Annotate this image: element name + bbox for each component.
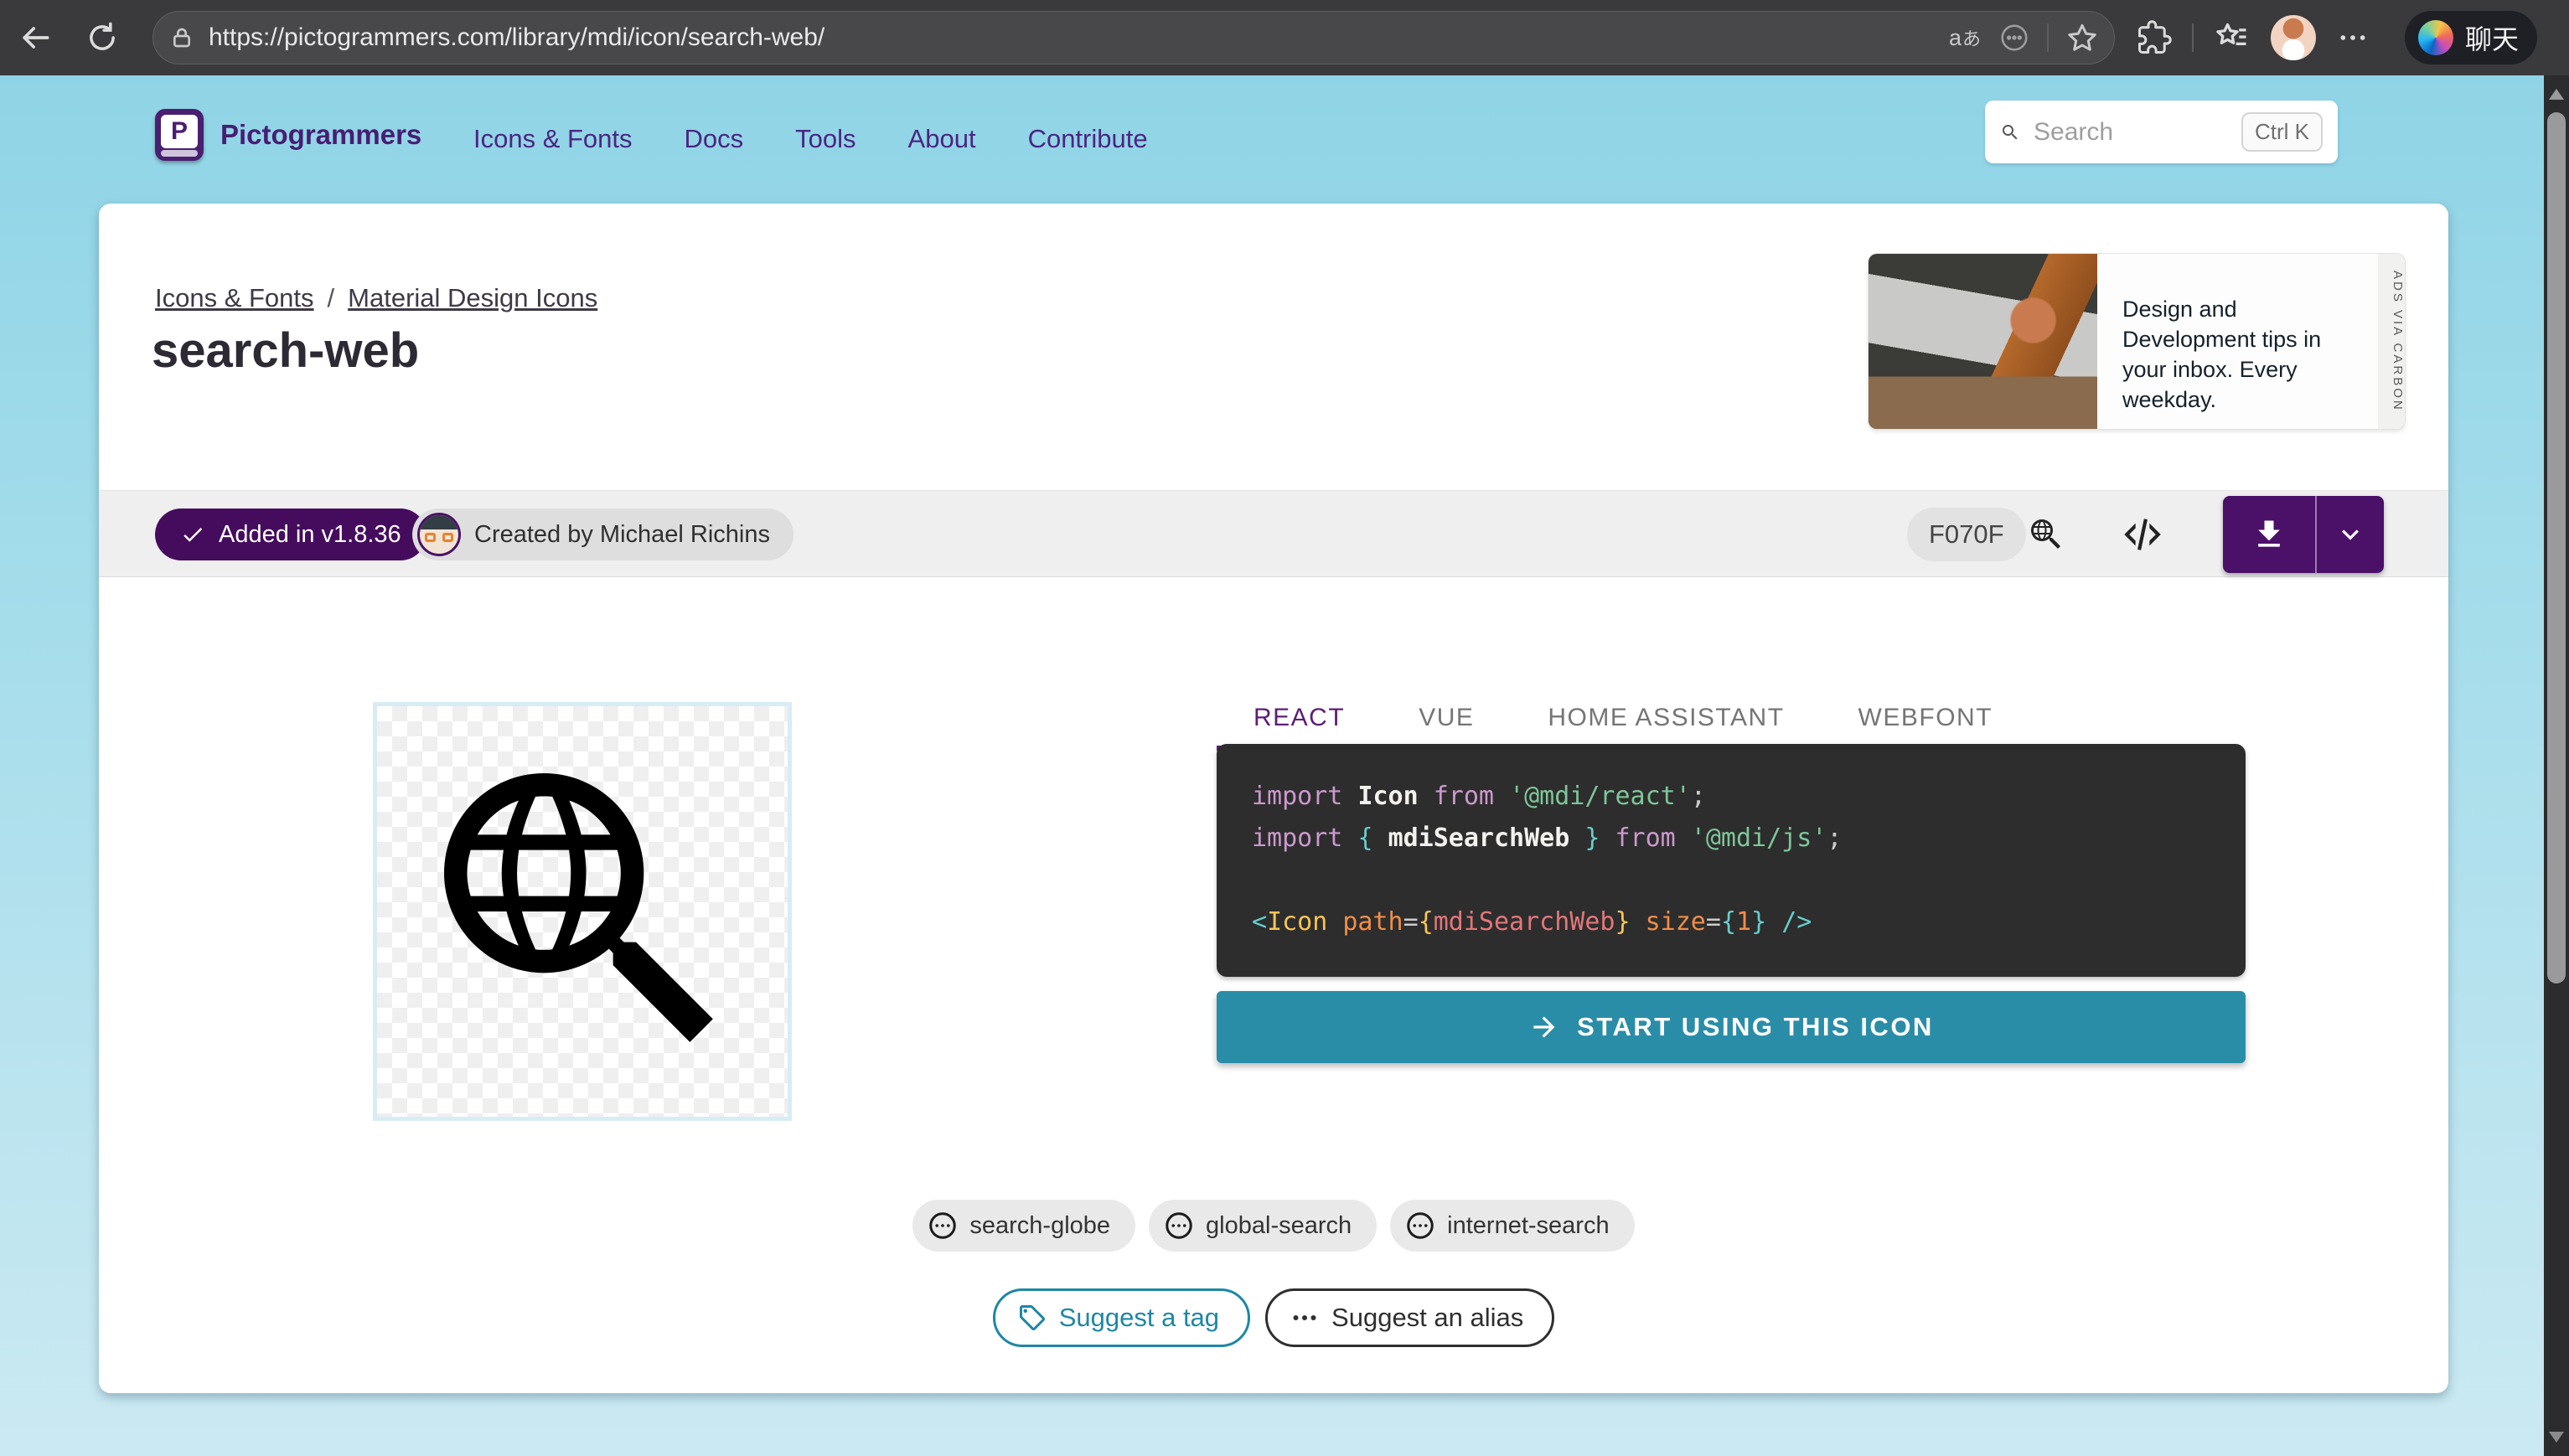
tag-pill-search-globe[interactable]: search-globe bbox=[912, 1200, 1136, 1252]
nav-item-tools[interactable]: Tools bbox=[795, 124, 855, 154]
page-title: search-web bbox=[152, 323, 420, 378]
copilot-icon bbox=[2418, 20, 2453, 55]
search-web-mini-icon bbox=[2031, 519, 2060, 549]
breadcrumb: Icons & Fonts / Material Design Icons bbox=[155, 283, 597, 313]
back-icon bbox=[23, 27, 49, 49]
chevron-down-icon bbox=[2342, 529, 2359, 540]
circle-ellipsis-icon bbox=[1407, 1212, 1434, 1239]
tag-label: global-search bbox=[1206, 1211, 1352, 1239]
download-icon bbox=[2258, 520, 2280, 547]
divider bbox=[2047, 23, 2049, 52]
tab-vue[interactable]: VUE bbox=[1382, 685, 1511, 751]
code-tags-icon bbox=[2124, 519, 2161, 550]
brand-name: Pictogrammers bbox=[220, 119, 422, 150]
code-snippet: import Icon from '@mdi/react'; import { m… bbox=[1217, 744, 2246, 977]
check-icon bbox=[184, 527, 203, 542]
download-button[interactable] bbox=[2223, 496, 2315, 573]
tab-webfont[interactable]: WEBFONT bbox=[1822, 685, 2030, 751]
nav-item-docs[interactable]: Docs bbox=[685, 124, 744, 154]
lock-icon bbox=[173, 28, 190, 48]
suggest-alias-button[interactable]: Suggest an alias bbox=[1265, 1288, 1555, 1347]
address-bar[interactable]: https://pictogrammers.com/library/mdi/ic… bbox=[152, 11, 2115, 65]
tag-label: internet-search bbox=[1447, 1211, 1610, 1239]
copilot-label: 聊天 bbox=[2465, 24, 2520, 54]
carbon-ad[interactable]: Design and Development tips in your inbo… bbox=[1869, 254, 2405, 429]
tab-home-assistant[interactable]: HOME ASSISTANT bbox=[1511, 685, 1821, 751]
start-using-icon-button[interactable]: START USING THIS ICON bbox=[1217, 991, 2246, 1063]
site-search-box[interactable]: Ctrl K bbox=[1985, 101, 2338, 163]
scrollbar-down-arrow[interactable] bbox=[2549, 1432, 2564, 1443]
circle-ellipsis-icon bbox=[1166, 1212, 1192, 1239]
browser-profile-avatar[interactable] bbox=[2271, 15, 2316, 60]
tag-label: search-globe bbox=[969, 1211, 1111, 1239]
icon-preview-canvas bbox=[373, 702, 792, 1121]
tag-pill-internet-search[interactable]: internet-search bbox=[1390, 1200, 1635, 1252]
browser-back-button[interactable] bbox=[12, 14, 59, 61]
reload-icon bbox=[90, 22, 115, 50]
preview-icon-button[interactable] bbox=[2024, 513, 2068, 556]
content-card: Icons & Fonts / Material Design Icons sear… bbox=[99, 204, 2448, 1393]
search-icon bbox=[2003, 124, 2018, 140]
tab-react[interactable]: REACT bbox=[1217, 685, 1383, 751]
tag-pill-global-search[interactable]: global-search bbox=[1149, 1200, 1378, 1252]
download-options-button[interactable] bbox=[2317, 496, 2384, 573]
dots-horizontal-icon bbox=[1293, 1315, 1316, 1320]
ad-image bbox=[1869, 254, 2097, 429]
tag-icon bbox=[1019, 1305, 1045, 1330]
page-actions-icon[interactable] bbox=[1998, 22, 2030, 54]
nav-item-about[interactable]: About bbox=[908, 124, 976, 154]
author-badge[interactable]: Created by Michael Richins bbox=[412, 509, 793, 560]
favorite-star-icon[interactable] bbox=[2065, 21, 2099, 54]
pictogrammers-logo-icon: P bbox=[155, 109, 204, 161]
download-split-button bbox=[2223, 496, 2384, 573]
code-line: import Icon from '@mdi/react'; bbox=[1252, 782, 1706, 811]
copilot-chat-button[interactable]: 聊天 bbox=[2405, 11, 2538, 65]
browser-reload-button[interactable] bbox=[79, 14, 126, 61]
divider bbox=[2192, 23, 2194, 52]
page-scrollbar bbox=[2544, 75, 2569, 1456]
added-version-badge: Added in v1.8.36 bbox=[155, 509, 426, 560]
suggest-tag-button[interactable]: Suggest a tag bbox=[992, 1288, 1251, 1347]
nav-item-icons-fonts[interactable]: Icons & Fonts bbox=[473, 124, 633, 154]
tags-row: search-globe global-search internet-search bbox=[99, 1200, 2448, 1252]
browser-menu-icon[interactable] bbox=[2336, 21, 2370, 54]
arrow-right-icon bbox=[1533, 1016, 1555, 1038]
code-line: <Icon path={mdiSearchWeb} size={1} /> bbox=[1252, 907, 1812, 937]
icon-meta-strip: Added in v1.8.36 Created by Michael Rich… bbox=[99, 490, 2448, 577]
code-line: import { mdiSearchWeb } from '@mdi/js'; bbox=[1252, 824, 1843, 853]
search-web-icon-preview bbox=[444, 773, 713, 1042]
main-nav: Icons & Fonts Docs Tools About Contribute bbox=[473, 124, 1148, 154]
breadcrumb-link-icons-fonts[interactable]: Icons & Fonts bbox=[155, 283, 314, 313]
page-viewport: P Pictogrammers Icons & Fonts Docs Tools Ab… bbox=[0, 75, 2569, 1456]
ad-text: Design and Development tips in your inbo… bbox=[2122, 297, 2322, 412]
browser-chrome: https://pictogrammers.com/library/mdi/ic… bbox=[0, 0, 2569, 75]
codepoint-chip[interactable]: F070F bbox=[1907, 508, 2026, 561]
nav-item-contribute[interactable]: Contribute bbox=[1028, 124, 1148, 154]
author-avatar bbox=[417, 513, 461, 556]
code-tabs: REACT VUE HOME ASSISTANT WEBFONT bbox=[1217, 685, 2029, 751]
translate-icon[interactable]: aあ bbox=[1949, 24, 1982, 51]
scrollbar-thumb[interactable] bbox=[2547, 112, 2566, 984]
url-text: https://pictogrammers.com/library/mdi/ic… bbox=[209, 23, 825, 51]
ad-attribution: ADS VIA CARBON bbox=[2378, 254, 2405, 429]
breadcrumb-separator: / bbox=[327, 283, 335, 312]
favorites-bar-icon[interactable] bbox=[2214, 19, 2251, 56]
scrollbar-up-arrow[interactable] bbox=[2549, 89, 2564, 100]
search-shortcut-chip: Ctrl K bbox=[2241, 112, 2323, 152]
circle-ellipsis-icon bbox=[929, 1212, 957, 1239]
breadcrumb-link-material-design-icons[interactable]: Material Design Icons bbox=[348, 283, 597, 313]
extensions-puzzle-icon[interactable] bbox=[2137, 20, 2172, 55]
view-code-button[interactable] bbox=[2121, 513, 2164, 556]
brand-logo[interactable]: P Pictogrammers bbox=[155, 109, 421, 161]
search-input[interactable] bbox=[2034, 117, 2228, 147]
suggest-row: Suggest a tag Suggest an alias bbox=[99, 1288, 2448, 1347]
